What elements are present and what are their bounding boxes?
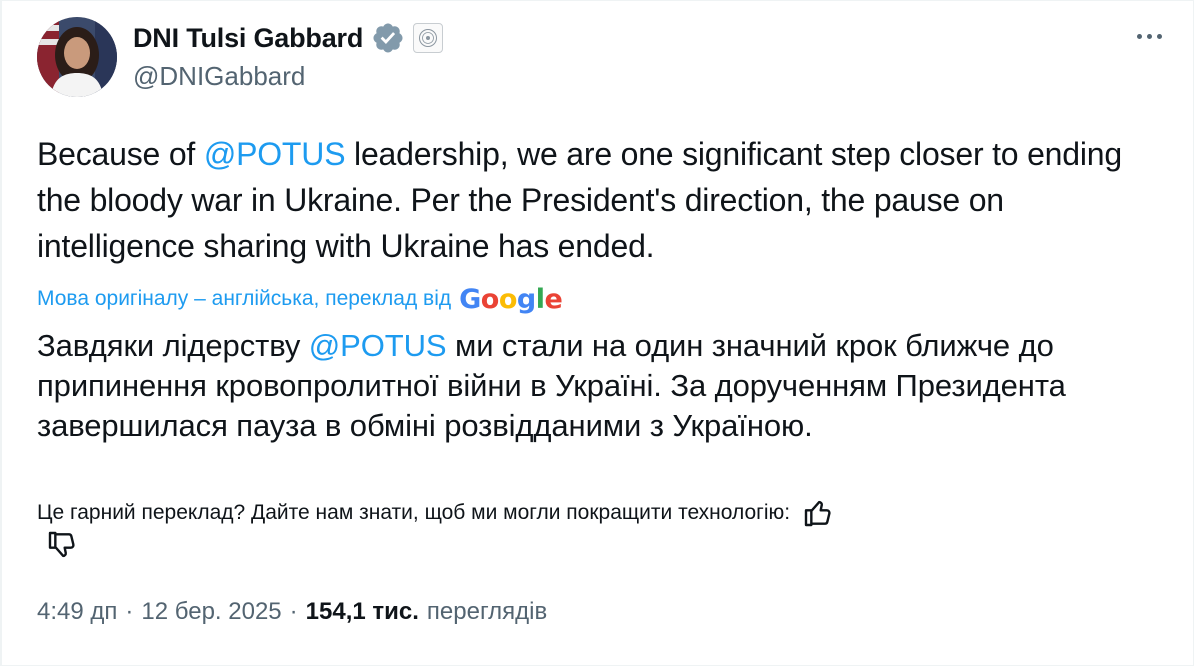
mention-link[interactable]: @POTUS <box>204 136 346 172</box>
translated-text-part: Завдяки лідерству <box>37 328 309 363</box>
avatar[interactable] <box>37 17 117 97</box>
thumbs-up-icon[interactable] <box>802 497 834 529</box>
author-row: DNI Tulsi Gabbard <box>133 20 444 56</box>
author-display-name[interactable]: DNI Tulsi Gabbard <box>133 23 363 54</box>
avatar-image <box>37 17 117 97</box>
government-seal-icon[interactable] <box>413 23 444 53</box>
thumbs-down-wrap <box>46 529 78 561</box>
tweet-meta: 4:49 дп · 12 бер. 2025 · 154,1 тис. пере… <box>37 598 547 626</box>
views-label: переглядів <box>426 598 548 625</box>
tweet-card: DNI Tulsi Gabbard @DNIGabbard Because of… <box>0 0 1194 666</box>
views-count: 154,1 тис. <box>305 598 419 625</box>
more-icon[interactable] <box>1131 21 1167 51</box>
tweet-text-part: Because of <box>37 136 204 172</box>
meta-separator: · <box>289 598 298 625</box>
translation-feedback: Це гарний переклад? Дайте нам знати, щоб… <box>37 497 834 529</box>
tweet-text: Because of @POTUS leadership, we are one… <box>37 131 1157 269</box>
tweet-time[interactable]: 4:49 дп <box>37 598 117 626</box>
google-logo: Google <box>459 283 563 315</box>
feedback-prompt: Це гарний переклад? Дайте нам знати, щоб… <box>37 501 791 524</box>
verified-badge-icon[interactable] <box>371 21 405 55</box>
thumbs-down-icon[interactable] <box>46 529 78 561</box>
translation-source-link[interactable]: Мова оригіналу – англійська, переклад ві… <box>37 287 451 311</box>
mention-link[interactable]: @POTUS <box>309 328 447 363</box>
author-handle[interactable]: @DNIGabbard <box>133 61 305 92</box>
translation-attribution: Мова оригіналу – англійська, переклад ві… <box>37 283 563 315</box>
tweet-date[interactable]: 12 бер. 2025 <box>141 598 281 626</box>
translated-text: Завдяки лідерству @POTUS ми стали на оди… <box>37 326 1177 446</box>
meta-separator: · <box>125 598 134 625</box>
